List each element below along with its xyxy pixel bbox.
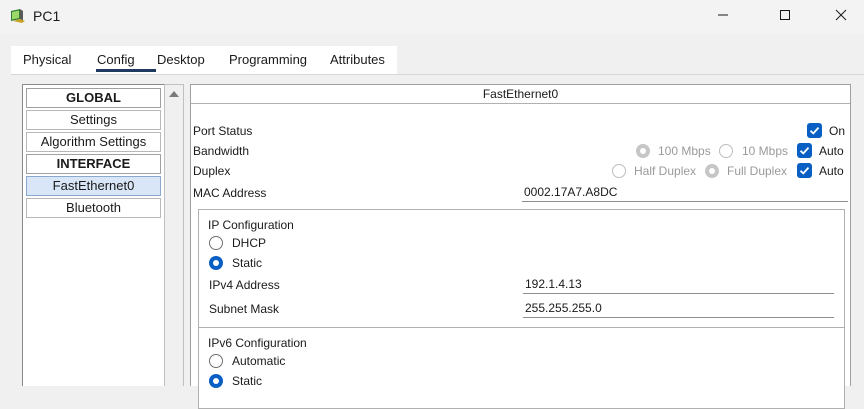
window-title: PC1 <box>33 8 61 24</box>
duplex-auto-checkbox[interactable] <box>797 163 812 178</box>
sidebar-item-settings[interactable]: Settings <box>26 110 161 130</box>
tab-physical[interactable]: Physical <box>23 52 71 67</box>
sidebar-item-fastethernet0[interactable]: FastEthernet0 <box>26 176 161 196</box>
tab-divider <box>11 74 864 75</box>
full-duplex-radio[interactable] <box>705 164 719 178</box>
sidebar-item-algorithm-settings[interactable]: Algorithm Settings <box>26 132 161 152</box>
ipv4-static-radio[interactable] <box>209 256 223 270</box>
maximize-icon <box>779 9 791 24</box>
subnet-mask-field[interactable] <box>523 298 834 318</box>
bandwidth-100-label: 100 Mbps <box>658 144 711 158</box>
close-button[interactable] <box>818 0 864 32</box>
full-duplex-label: Full Duplex <box>727 164 788 178</box>
ipv6-automatic-radio[interactable] <box>209 354 223 368</box>
tab-attributes[interactable]: Attributes <box>330 52 385 67</box>
duplex-auto-label: Auto <box>819 164 844 178</box>
checkmark-icon <box>799 146 810 155</box>
checkmark-icon <box>809 126 820 135</box>
minimize-icon <box>717 9 729 24</box>
tab-desktop[interactable]: Desktop <box>157 52 205 67</box>
half-duplex-radio[interactable] <box>612 164 626 178</box>
tab-programming[interactable]: Programming <box>229 52 307 67</box>
ip-configuration-title: IP Configuration <box>208 218 294 232</box>
port-status-checkbox[interactable] <box>807 123 822 138</box>
ipv6-static-radio[interactable] <box>209 374 223 388</box>
dhcp-radio[interactable] <box>209 236 223 250</box>
port-status-label: Port Status <box>193 124 253 138</box>
ipv6-configuration-title: IPv6 Configuration <box>208 336 307 350</box>
config-sidebar: GLOBAL Settings Algorithm Settings INTER… <box>22 84 165 386</box>
sidebar-scrollbar[interactable] <box>164 84 184 386</box>
close-icon <box>835 9 847 24</box>
ipv6-automatic-label: Automatic <box>232 354 286 368</box>
scroll-up-arrow-icon[interactable] <box>169 91 179 97</box>
mac-address-field[interactable] <box>522 182 848 202</box>
dhcp-label: DHCP <box>232 236 267 250</box>
port-status-on-label: On <box>829 124 846 138</box>
maximize-button[interactable] <box>762 0 808 32</box>
ipv4-address-label: IPv4 Address <box>209 278 280 292</box>
duplex-label: Duplex <box>193 164 231 178</box>
title-bar: PC1 <box>0 0 864 34</box>
interface-config-panel: FastEthernet0 Port Status On Bandwidth 1… <box>190 84 851 409</box>
tab-config[interactable]: Config <box>97 52 135 67</box>
bandwidth-10-label: 10 Mbps <box>742 144 789 158</box>
half-duplex-label: Half Duplex <box>634 164 697 178</box>
minimize-button[interactable] <box>700 0 746 32</box>
ipv4-static-label: Static <box>232 256 263 270</box>
active-tab-indicator <box>96 69 156 72</box>
ipv6-static-label: Static <box>232 374 263 388</box>
ipv6-configuration-group: IPv6 Configuration Automatic Static <box>198 327 845 409</box>
checkmark-icon <box>799 166 810 175</box>
mac-address-label: MAC Address <box>193 186 267 200</box>
panel-title: FastEthernet0 <box>191 85 850 104</box>
tab-bar: Physical Config Desktop Programming Attr… <box>11 46 397 74</box>
bandwidth-auto-checkbox[interactable] <box>797 143 812 158</box>
bandwidth-label: Bandwidth <box>193 144 250 158</box>
pc-app-icon <box>9 7 27 25</box>
sidebar-header-interface: INTERFACE <box>26 154 161 174</box>
ipv4-address-field[interactable] <box>523 274 834 294</box>
subnet-mask-label: Subnet Mask <box>209 302 280 316</box>
bandwidth-10-radio[interactable] <box>719 144 733 158</box>
bandwidth-100-radio[interactable] <box>636 144 650 158</box>
sidebar-header-global: GLOBAL <box>26 88 161 108</box>
ip-configuration-group: IP Configuration DHCP Static IPv4 Addres… <box>198 209 845 328</box>
bandwidth-auto-label: Auto <box>819 144 844 158</box>
sidebar-item-bluetooth[interactable]: Bluetooth <box>26 198 161 218</box>
